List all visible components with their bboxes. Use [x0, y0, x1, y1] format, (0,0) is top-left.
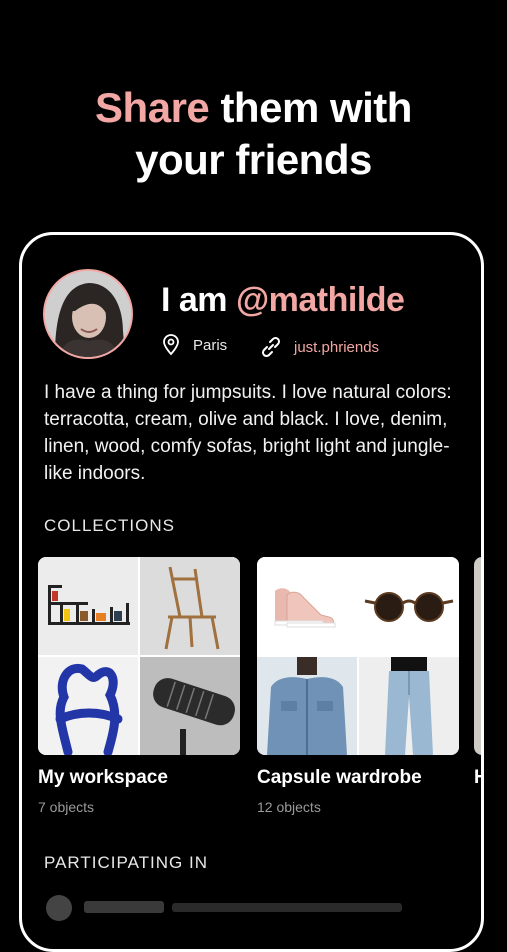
profile-title: I am @mathilde	[161, 281, 405, 320]
profile-link[interactable]: just.phriends	[258, 334, 379, 360]
collection-thumb	[38, 557, 138, 655]
jeans-image	[385, 657, 433, 755]
profile-handle[interactable]: @mathilde	[236, 281, 405, 319]
collection-thumb	[140, 657, 240, 755]
profile-bio: I have a thing for jumpsuits. I love nat…	[44, 382, 452, 484]
collections-heading: COLLECTIONS	[44, 516, 175, 535]
headline-line2: your friends	[135, 136, 372, 183]
phone-frame: I am @mathilde Paris just.phriends I hav…	[19, 232, 484, 952]
collection-thumb	[359, 557, 459, 655]
shelf-image	[48, 585, 130, 625]
headline-accent: Share	[95, 84, 210, 131]
collection-thumb	[140, 557, 240, 655]
sneakers-image	[274, 588, 336, 628]
blue-chair-image	[55, 663, 123, 755]
collection-thumb	[38, 657, 138, 755]
collection-thumb	[257, 657, 357, 755]
denim-jacket-image	[267, 657, 347, 755]
sunglasses-image	[364, 592, 454, 622]
participating-heading: PARTICIPATING IN	[44, 853, 208, 872]
participant-text-placeholder	[172, 903, 402, 912]
collection-card-workspace[interactable]	[38, 557, 240, 755]
chair-image	[164, 566, 220, 650]
collection-thumb	[257, 557, 357, 655]
participant-avatar[interactable]	[46, 895, 72, 921]
location-pin-icon	[163, 334, 179, 356]
location: Paris	[161, 334, 227, 356]
collection-card-partial[interactable]	[474, 557, 481, 755]
collection-thumb	[359, 657, 459, 755]
collection-name[interactable]: Capsule wardrobe	[257, 767, 422, 789]
title-prefix: I am	[161, 281, 236, 319]
profile-link-text[interactable]: just.phriends	[294, 339, 379, 356]
microphone-image	[140, 657, 240, 755]
headline-rest: them with	[209, 84, 412, 131]
headline-line1: Share them with	[0, 82, 507, 134]
collection-card-wardrobe[interactable]	[257, 557, 459, 755]
participant-name-placeholder	[84, 901, 164, 913]
collection-name[interactable]: H	[474, 767, 481, 789]
collection-count: 12 objects	[257, 799, 321, 815]
avatar[interactable]	[43, 269, 133, 359]
collection-name[interactable]: My workspace	[38, 767, 168, 789]
headline: Share them with your friends	[0, 82, 507, 186]
avatar-photo	[45, 271, 131, 357]
collection-count: 7 objects	[38, 799, 95, 815]
link-icon	[261, 336, 281, 358]
location-text: Paris	[193, 336, 228, 354]
